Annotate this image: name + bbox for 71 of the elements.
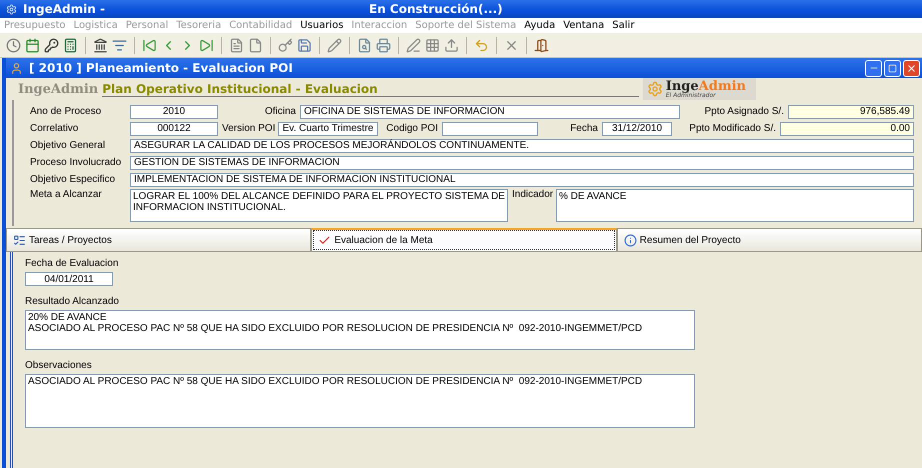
user-icon [10,62,23,74]
page-icon[interactable] [248,38,263,52]
field-label: Version POI [222,123,274,134]
input-field[interactable]: Ev. Cuarto Trimestre [278,122,378,136]
input-field[interactable]: OFICINA DE SISTEMAS DE INFORMACION [300,104,680,118]
menu-item[interactable]: Ventana [563,20,604,31]
input-field[interactable]: 0.00 [780,122,914,136]
text-area[interactable]: ASOCIADO AL PROCESO PAC Nº 58 QUE HA SIDO EXCLUIDO POR RESOLUCION DE PRESIDENCIA Nº 092-2010-INGEMMET/PCD [25,374,695,428]
field-label: Codigo POI [385,123,438,134]
exit-door-icon[interactable] [534,38,549,52]
field-label: Oficina [264,106,296,117]
window-title: IngeAdmin - [23,2,106,16]
field-label: Ppto Asignado S/. [703,106,784,117]
menu-item[interactable]: Salir [612,20,634,31]
window-subtitle: En Construcción(...) [369,2,503,16]
field-label: Fecha [569,123,598,134]
field-label: Meta a Alcanzar [30,189,103,200]
first-record-icon[interactable] [142,38,157,52]
print-icon[interactable] [376,38,391,52]
input-field[interactable] [442,122,538,136]
bank-icon[interactable] [93,38,108,52]
grid-icon[interactable] [425,38,440,52]
field-label: Ano de Proceso [30,106,102,117]
field-label: Observaciones [25,360,93,371]
field-label: Resultado Alcanzado [25,296,120,307]
calendar-icon[interactable] [25,38,40,52]
tab[interactable]: Tareas / Proyectos [6,228,312,252]
last-record-icon[interactable] [199,38,214,52]
info-icon [624,234,637,246]
field-label: Objetivo Especifico [30,174,116,185]
input-field[interactable]: ASEGURAR LA CALIDAD DE LOS PROCESOS MEJORÁNDOLOS CONTINUAMENTE. [130,138,914,152]
app-icon [6,4,17,14]
menu-item[interactable]: Ayuda [524,20,556,31]
close-button[interactable] [903,60,920,76]
minimize-button[interactable] [865,60,882,76]
form-title: Plan Operativo Institucional - Evaluacion [102,82,639,96]
maximize-icon [888,64,897,72]
tab[interactable]: Evaluacion de la Meta [311,228,617,252]
window-title: [ 2010 ] Planeamiento - Evaluacion POI [29,61,293,75]
pen-icon[interactable] [406,38,421,52]
input-field[interactable]: IMPLEMENTACION DE SISTEMA DE INFORMACION INSTITUCIONAL [130,172,914,186]
document-icon[interactable] [229,38,244,52]
undo-icon[interactable] [474,38,489,52]
gear-icon [646,81,663,97]
edit-icon[interactable] [327,38,342,52]
export-icon[interactable] [444,38,459,52]
field-label: Correlativo [30,123,80,134]
brand-watermark-text: IngeAdmin [18,82,98,96]
maximize-button[interactable] [884,60,901,76]
text-area[interactable]: 20% DE AVANCE ASOCIADO AL PROCESO PAC Nº 58 QUE HA SIDO EXCLUIDO POR RESOLUCION DE PRESIDENCIA Nº 092-2010-INGEMMET/PCD [25,310,695,350]
input-field[interactable]: GESTION DE SISTEMAS DE INFORMACION [130,156,914,170]
input-field[interactable]: 04/01/2011 [25,272,113,286]
text-area[interactable]: % DE AVANCE [556,189,914,222]
input-field[interactable]: 31/12/2010 [602,122,672,136]
close-icon [906,62,917,74]
input-field[interactable]: 976,585.49 [788,104,914,118]
save-icon[interactable] [297,38,312,52]
menu-item[interactable]: Usuarios [300,20,344,31]
text-area[interactable]: LOGRAR EL 100% DEL ALCANCE DEFINIDO PARA EL PROYECTO SISTEMA DE INFORMACION INSTITUCIONAL. [130,189,508,222]
search-icon[interactable] [357,38,372,52]
field-label: Indicador [512,189,552,200]
tab[interactable]: Resumen del Proyecto [616,228,922,252]
key-icon[interactable] [44,38,59,52]
input-field[interactable]: 000122 [130,122,218,136]
input-field[interactable]: 2010 [130,104,218,118]
clock-icon[interactable] [6,38,21,52]
calculator-icon[interactable] [63,38,78,52]
field-label: Objetivo General [30,140,106,151]
field-label: Proceso Involucrado [30,157,122,168]
field-label: Fecha de Evaluacion [25,258,120,269]
field-label: Ppto Modificado S/. [688,123,776,134]
